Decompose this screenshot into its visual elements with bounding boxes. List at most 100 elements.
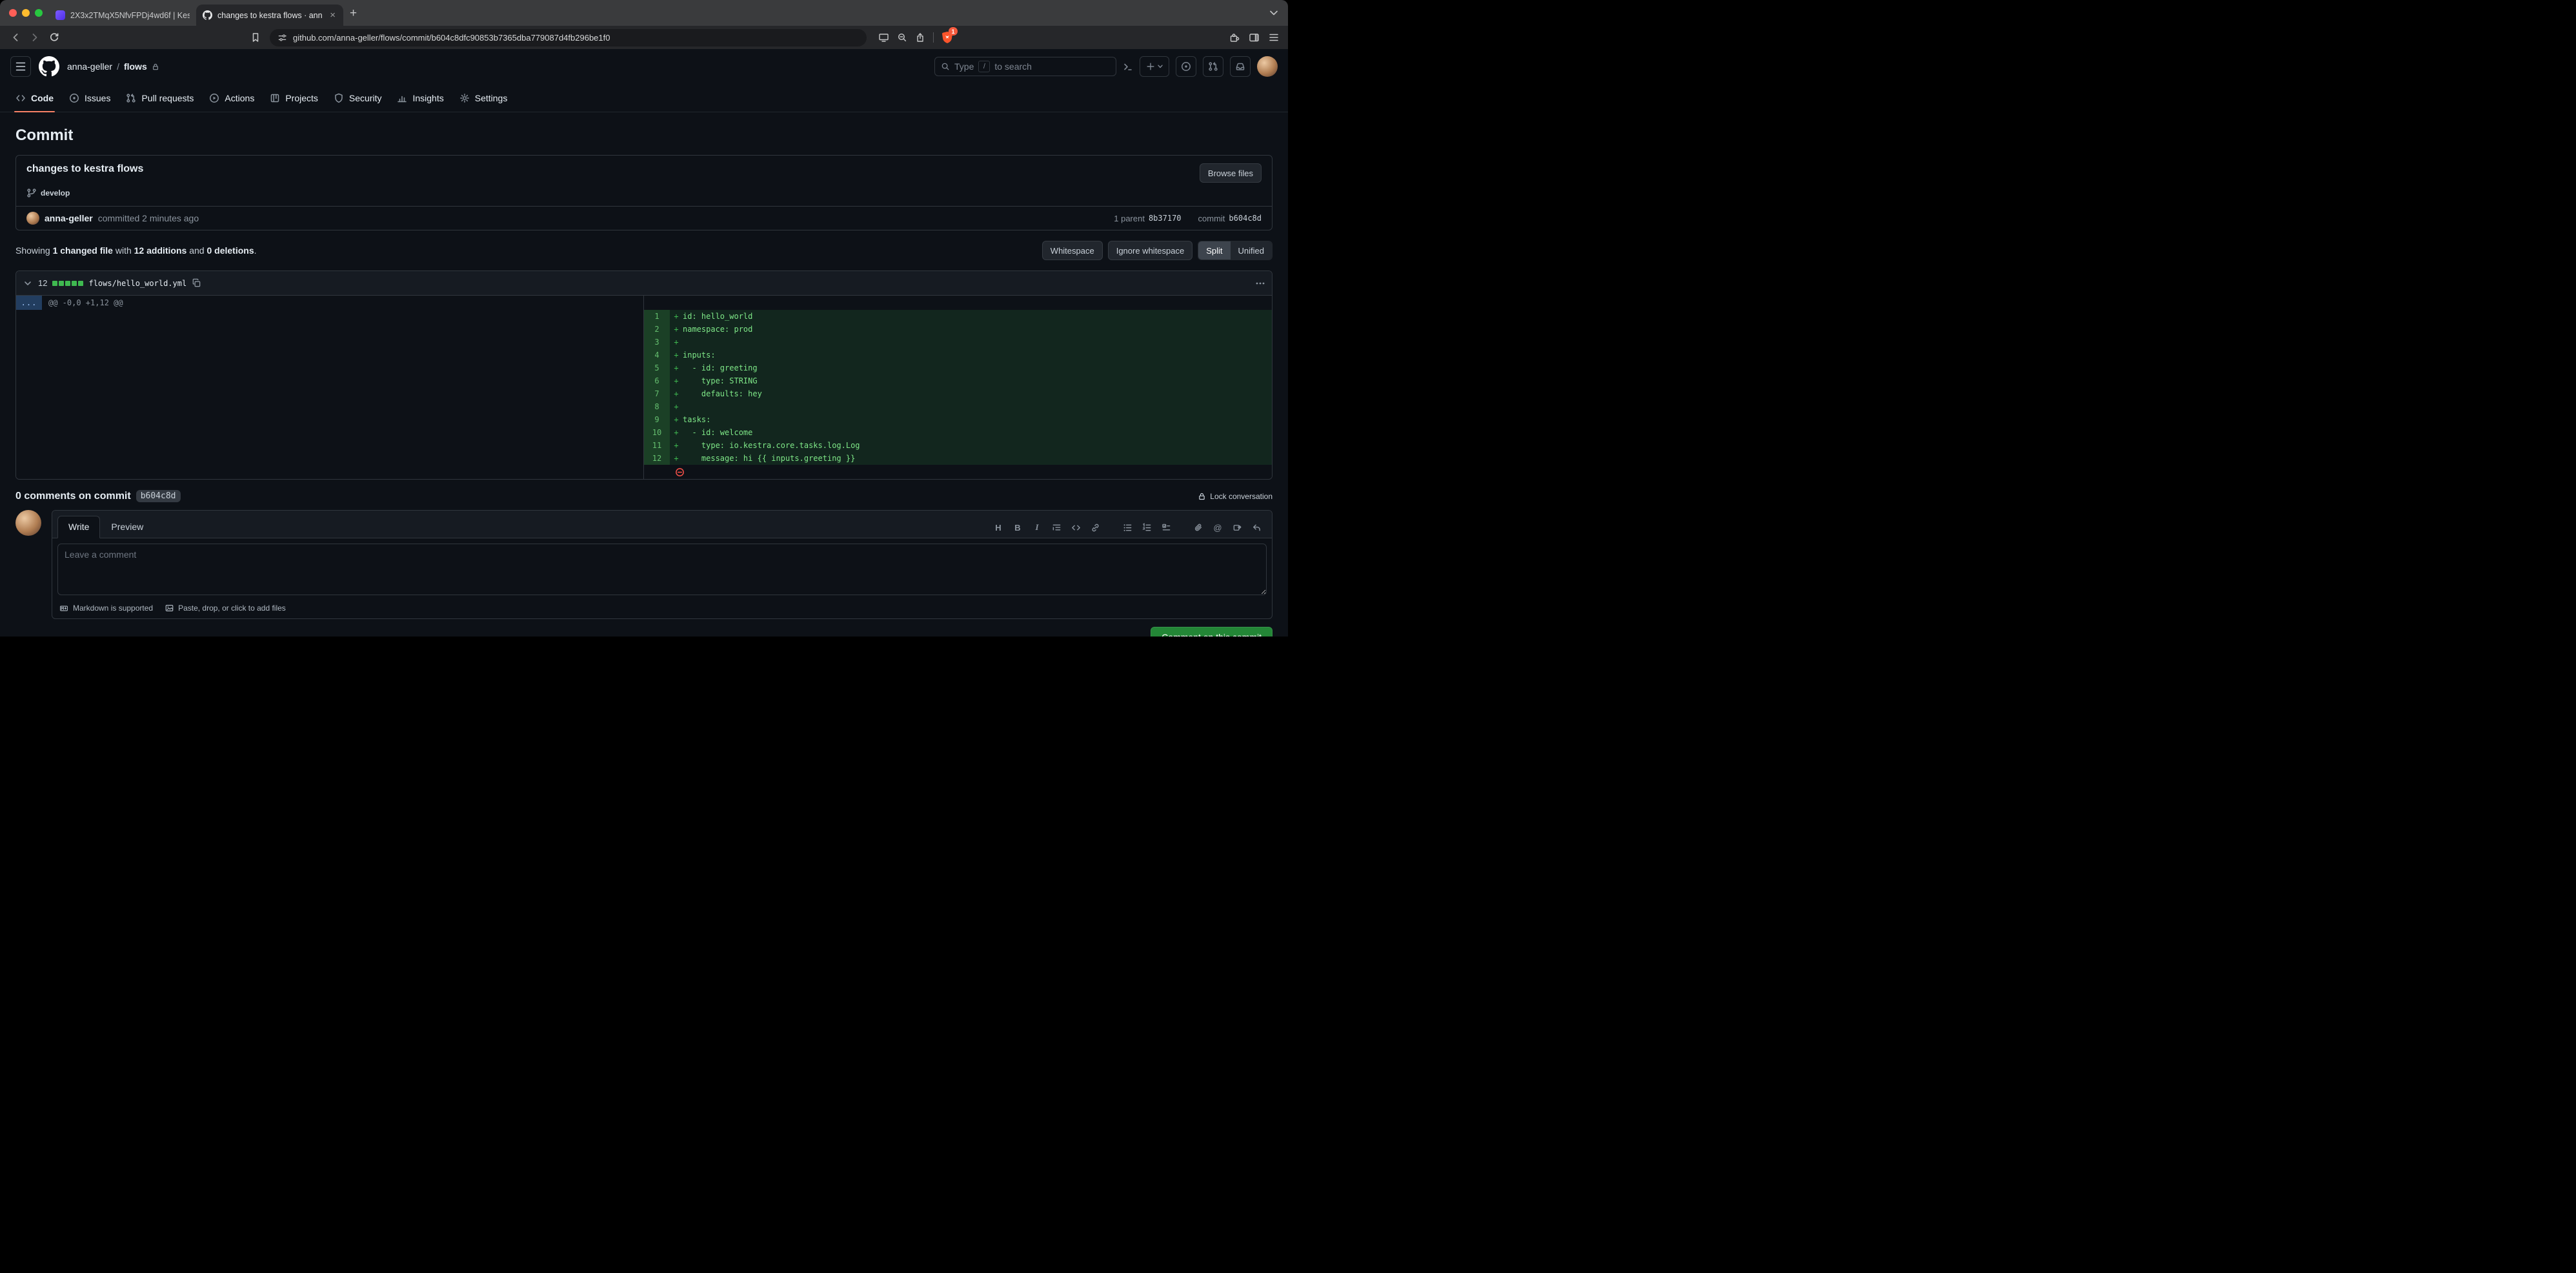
window-controls bbox=[6, 9, 49, 17]
cross-reference-icon[interactable] bbox=[1232, 522, 1242, 533]
zoom-window-button[interactable] bbox=[35, 9, 43, 17]
expand-diff-button[interactable]: ... bbox=[16, 296, 42, 310]
write-tab[interactable]: Write bbox=[57, 516, 101, 538]
copy-path-icon[interactable] bbox=[192, 278, 201, 288]
diff-split-view: ... @@ -0,0 +1,12 @@ 1 + id: hello_world 2… bbox=[16, 296, 1272, 479]
minimize-window-button[interactable] bbox=[22, 9, 30, 17]
file-changes-count: 12 bbox=[38, 278, 48, 288]
toolbar-trailing bbox=[1229, 32, 1282, 43]
author-avatar[interactable] bbox=[26, 212, 39, 225]
bookmark-icon[interactable] bbox=[247, 28, 265, 46]
tab-pull-requests[interactable]: Pull requests bbox=[118, 84, 201, 112]
pull-requests-icon-button[interactable] bbox=[1203, 56, 1223, 77]
split-view-button[interactable]: Split bbox=[1198, 241, 1231, 260]
comments-count-text: 0 comments on commit bbox=[15, 490, 131, 502]
forward-icon[interactable] bbox=[26, 28, 44, 46]
branch-name[interactable]: develop bbox=[41, 188, 70, 198]
breadcrumb: anna-geller / flows bbox=[67, 61, 159, 72]
inbox-icon-button[interactable] bbox=[1230, 56, 1251, 77]
markdown-hint[interactable]: Markdown is supported bbox=[59, 604, 153, 613]
create-new-button[interactable] bbox=[1140, 56, 1169, 77]
comment-commit-sha: b604c8d bbox=[136, 490, 181, 502]
extensions-icon[interactable] bbox=[1229, 32, 1240, 43]
browser-menu-icon[interactable] bbox=[1269, 33, 1279, 42]
tab-settings[interactable]: Settings bbox=[452, 84, 516, 112]
comment-textarea[interactable] bbox=[57, 544, 1267, 595]
link-icon[interactable] bbox=[1090, 522, 1100, 533]
site-settings-icon[interactable] bbox=[277, 33, 287, 43]
new-tab-button[interactable]: + bbox=[343, 7, 363, 19]
diff-line[interactable]: 10 + - id: welcome bbox=[644, 426, 1272, 439]
close-tab-icon[interactable]: × bbox=[328, 10, 337, 20]
diff-line[interactable]: 7 + defaults: hey bbox=[644, 387, 1272, 400]
quote-icon[interactable] bbox=[1051, 522, 1062, 533]
reload-icon[interactable] bbox=[45, 28, 63, 46]
commenter-avatar[interactable] bbox=[15, 510, 41, 536]
side-panel-icon[interactable] bbox=[1249, 32, 1260, 43]
ignore-whitespace-button[interactable]: Ignore whitespace bbox=[1107, 241, 1193, 260]
comment-tabs: Write Preview H B I @ bbox=[52, 511, 1272, 538]
command-palette-icon[interactable] bbox=[1123, 61, 1133, 72]
share-icon[interactable] bbox=[915, 32, 925, 43]
reply-icon[interactable] bbox=[1251, 522, 1262, 533]
collapse-file-icon[interactable] bbox=[23, 278, 33, 289]
diff-line[interactable]: 2 + namespace: prod bbox=[644, 323, 1272, 336]
browser-tab-active[interactable]: changes to kestra flows · ann × bbox=[196, 5, 343, 26]
diff-line[interactable]: 12 + message: hi {{ inputs.greeting }} bbox=[644, 452, 1272, 465]
diff-line[interactable]: 6 + type: STRING bbox=[644, 374, 1272, 387]
tab-security[interactable]: Security bbox=[326, 84, 390, 112]
close-window-button[interactable] bbox=[9, 9, 17, 17]
code-icon[interactable] bbox=[1071, 522, 1081, 533]
diff-line[interactable]: 9 + tasks: bbox=[644, 413, 1272, 426]
brave-shield-icon[interactable]: 1 bbox=[941, 27, 958, 44]
unified-view-button[interactable]: Unified bbox=[1230, 241, 1272, 260]
cast-icon[interactable] bbox=[878, 32, 889, 43]
attach-file-icon[interactable] bbox=[1193, 522, 1203, 533]
global-nav-menu-button[interactable] bbox=[10, 56, 31, 77]
browse-files-button[interactable]: Browse files bbox=[1199, 163, 1262, 183]
back-icon[interactable] bbox=[6, 28, 25, 46]
diff-line[interactable]: 3 + bbox=[644, 336, 1272, 349]
issues-icon-button[interactable] bbox=[1176, 56, 1196, 77]
breadcrumb-owner[interactable]: anna-geller bbox=[67, 61, 112, 72]
comment-submit-button[interactable]: Comment on this commit bbox=[1151, 627, 1273, 636]
ordered-list-icon[interactable] bbox=[1142, 522, 1152, 533]
search-input[interactable]: Type / to search bbox=[934, 57, 1116, 76]
zoom-out-icon[interactable] bbox=[897, 32, 907, 43]
diff-file-header: 12 flows/hello_world.yml bbox=[16, 271, 1272, 296]
attach-files-button[interactable]: Paste, drop, or click to add files bbox=[165, 604, 286, 613]
diff-line[interactable]: 11 + type: io.kestra.core.tasks.log.Log bbox=[644, 439, 1272, 452]
github-logo[interactable] bbox=[39, 56, 59, 77]
user-avatar[interactable] bbox=[1257, 56, 1278, 77]
parent-sha[interactable]: 8b37170 bbox=[1149, 214, 1182, 223]
tab-actions[interactable]: Actions bbox=[201, 84, 262, 112]
heading-icon[interactable]: H bbox=[993, 522, 1003, 533]
tab-insights[interactable]: Insights bbox=[389, 84, 451, 112]
bold-icon[interactable]: B bbox=[1012, 522, 1023, 533]
breadcrumb-repo[interactable]: flows bbox=[124, 61, 147, 72]
commit-author[interactable]: anna-geller bbox=[45, 213, 93, 223]
tab-issues[interactable]: Issues bbox=[61, 84, 118, 112]
whitespace-button[interactable]: Whitespace bbox=[1041, 241, 1103, 260]
file-options-icon[interactable] bbox=[1255, 278, 1265, 289]
tab-projects[interactable]: Projects bbox=[262, 84, 326, 112]
tasklist-icon[interactable] bbox=[1161, 522, 1171, 533]
unordered-list-icon[interactable] bbox=[1122, 522, 1132, 533]
browser-tab-inactive[interactable]: 2X3x2TMqX5NfvFPDj4wd6f | Kes bbox=[49, 5, 196, 26]
tab-search-icon[interactable] bbox=[1266, 8, 1282, 18]
mention-icon[interactable]: @ bbox=[1213, 522, 1223, 533]
preview-tab[interactable]: Preview bbox=[100, 516, 154, 538]
diff-line[interactable]: 1 + id: hello_world bbox=[644, 310, 1272, 323]
italic-icon[interactable]: I bbox=[1032, 522, 1042, 533]
address-bar[interactable]: github.com/anna-geller/flows/commit/b604… bbox=[270, 28, 867, 46]
slash-key-hint: / bbox=[978, 61, 991, 72]
diff-line[interactable]: 4 + inputs: bbox=[644, 349, 1272, 362]
changed-files-count[interactable]: 1 changed file bbox=[53, 245, 113, 256]
diff-line[interactable]: 5 + - id: greeting bbox=[644, 362, 1272, 374]
lock-conversation-button[interactable]: Lock conversation bbox=[1198, 492, 1273, 501]
diff-file-box: 12 flows/hello_world.yml ... @@ -0,0 +1,… bbox=[15, 270, 1273, 480]
diff-line[interactable]: 8 + bbox=[644, 400, 1272, 413]
parent-label: 1 parent bbox=[1114, 213, 1145, 223]
tab-code[interactable]: Code bbox=[8, 84, 61, 112]
file-name[interactable]: flows/hello_world.yml bbox=[88, 279, 186, 288]
